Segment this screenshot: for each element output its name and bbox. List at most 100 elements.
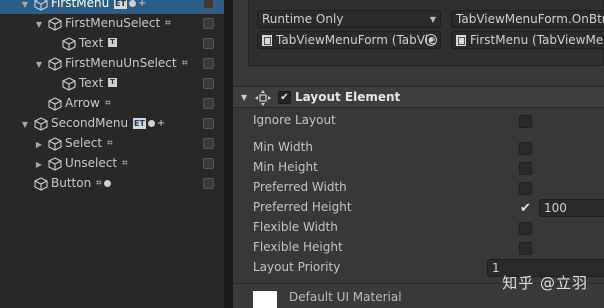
property-checkbox[interactable] xyxy=(519,182,532,195)
gameobject-cube-icon xyxy=(34,177,48,191)
text-component-icon: T xyxy=(108,38,117,47)
property-label: Flexible Height xyxy=(253,240,343,254)
text-component-icon: T xyxy=(108,78,117,87)
property-label: Flexible Width xyxy=(253,220,338,234)
visibility-toggle[interactable] xyxy=(203,178,214,189)
hierarchy-item-label: FirstMenu xyxy=(51,0,110,10)
material-label: Default UI Material xyxy=(289,290,402,304)
dropdown-arrow-icon: ▼ xyxy=(429,14,436,24)
gameobject-cube-icon xyxy=(48,157,62,171)
hierarchy-item[interactable]: Button ⌗ xyxy=(0,174,224,194)
property-value-field[interactable]: 100 xyxy=(539,199,604,217)
property-label: Layout Priority xyxy=(253,260,341,274)
hierarchy-item-label: Text xyxy=(79,76,104,90)
hierarchy-item-badges: ⌗ xyxy=(96,178,111,189)
argument-object-value: FirstMenu (TabViewMenu xyxy=(470,33,604,47)
function-dropdown[interactable]: TabViewMenuForm.OnBtnI xyxy=(451,10,604,28)
property-checkbox[interactable] xyxy=(519,142,532,155)
hierarchy-item-badges: ⌗ xyxy=(165,18,171,29)
event-trigger-icon: ET xyxy=(114,0,127,9)
property-label: Min Width xyxy=(253,140,313,154)
collapsed-arrow-icon[interactable]: ▶ xyxy=(34,160,44,169)
property-checkbox[interactable] xyxy=(519,115,532,128)
hierarchy-item-label: Arrow xyxy=(65,96,100,110)
property-checkbox[interactable] xyxy=(519,242,532,255)
object-picker-icon[interactable] xyxy=(425,34,437,46)
hierarchy-item-badges: ⌗ xyxy=(105,98,111,109)
function-dropdown-value: TabViewMenuForm.OnBtnI xyxy=(456,12,604,26)
add-component-icon: + xyxy=(156,118,166,129)
runtime-dropdown-value: Runtime Only xyxy=(262,12,344,26)
hierarchy-item-label: Select xyxy=(65,136,103,150)
rect-transform-icon: ⌗ xyxy=(122,158,128,169)
hierarchy-item-badges: ⌗ xyxy=(122,158,128,169)
component-title: Layout Element xyxy=(295,90,401,104)
visibility-toggle[interactable] xyxy=(203,58,214,69)
expanded-arrow-icon[interactable]: ▼ xyxy=(20,0,30,9)
hierarchy-item-badges: T xyxy=(108,78,117,87)
hierarchy-item-badges: ET + xyxy=(114,0,146,9)
hierarchy-item[interactable]: ▼ FirstMenuUnSelect ⌗ xyxy=(0,54,224,74)
hierarchy-item-label: Unselect xyxy=(65,156,118,170)
image-component-icon xyxy=(103,180,111,187)
gameobject-cube-icon xyxy=(48,97,62,111)
hierarchy-item[interactable]: ▶ Select ⌗ xyxy=(0,134,224,154)
property-checkbox[interactable]: ✔ xyxy=(519,202,532,215)
hierarchy-item[interactable]: ▼ FirstMenuSelect ⌗ xyxy=(0,14,224,34)
hierarchy-item[interactable]: Arrow ⌗ xyxy=(0,94,224,114)
target-object-field[interactable]: TabViewMenuForm (TabVie xyxy=(257,31,441,49)
hierarchy-item-badges: ⌗ xyxy=(107,138,113,149)
hierarchy-item[interactable]: ▼ FirstMenu ET + xyxy=(0,0,224,14)
visibility-toggle[interactable] xyxy=(203,18,214,29)
expanded-arrow-icon[interactable]: ▼ xyxy=(34,20,44,29)
visibility-toggle[interactable] xyxy=(203,118,214,129)
visibility-toggle[interactable] xyxy=(203,138,214,149)
hierarchy-item-label: Text xyxy=(79,36,104,50)
property-label: Ignore Layout xyxy=(253,113,336,127)
script-object-icon xyxy=(262,34,272,46)
gameobject-cube-icon xyxy=(48,137,62,151)
hierarchy-item[interactable]: Text T xyxy=(0,34,224,54)
gameobject-cube-icon xyxy=(34,0,48,11)
gameobject-cube-icon xyxy=(48,57,62,71)
property-label: Min Height xyxy=(253,160,318,174)
visibility-toggle[interactable] xyxy=(203,38,214,49)
material-swatch xyxy=(253,291,277,308)
layout-element-header[interactable]: ▼ ✔ Layout Element xyxy=(233,86,604,108)
component-enabled-checkbox[interactable]: ✔ xyxy=(278,91,291,104)
hierarchy-item-badges: ⌗ xyxy=(182,58,188,69)
watermark-text: 知乎 @立羽 xyxy=(502,274,588,292)
rect-transform-icon: ⌗ xyxy=(105,98,111,109)
on-click-event-entry: Runtime Only ▼ TabViewMenuForm.OnBtnI Ta… xyxy=(248,0,604,66)
hierarchy-item-badges: ET + xyxy=(133,118,165,129)
hierarchy-item-label: Button xyxy=(51,176,92,190)
rect-transform-icon: ⌗ xyxy=(107,138,113,149)
gameobject-cube-icon xyxy=(62,77,76,91)
event-trigger-icon: ET xyxy=(133,118,146,129)
visibility-toggle[interactable] xyxy=(203,0,214,9)
rect-transform-icon: ⌗ xyxy=(182,58,188,69)
layout-element-icon xyxy=(255,90,271,106)
foldout-arrow-icon[interactable]: ▼ xyxy=(241,93,247,102)
visibility-toggle[interactable] xyxy=(203,78,214,89)
visibility-toggle[interactable] xyxy=(203,98,214,109)
runtime-dropdown[interactable]: Runtime Only ▼ xyxy=(257,10,441,28)
hierarchy-item-label: FirstMenuUnSelect xyxy=(65,56,177,70)
expanded-arrow-icon[interactable]: ▼ xyxy=(20,120,30,129)
image-component-icon xyxy=(147,120,155,127)
rect-transform-icon: ⌗ xyxy=(165,18,171,29)
hierarchy-item[interactable]: ▼ SecondMenu ET + xyxy=(0,114,224,134)
property-label: Preferred Width xyxy=(253,180,347,194)
argument-object-field[interactable]: FirstMenu (TabViewMenu xyxy=(451,31,604,49)
visibility-toggle[interactable] xyxy=(203,158,214,169)
image-component-icon xyxy=(128,0,136,7)
hierarchy-item[interactable]: Text T xyxy=(0,74,224,94)
hierarchy-item[interactable]: ▶ Unselect ⌗ xyxy=(0,154,224,174)
expanded-arrow-icon[interactable]: ▼ xyxy=(34,60,44,69)
panel-divider[interactable] xyxy=(224,0,233,308)
gameobject-cube-icon xyxy=(34,117,48,131)
property-checkbox[interactable] xyxy=(519,222,532,235)
gameobject-cube-icon xyxy=(62,37,76,51)
collapsed-arrow-icon[interactable]: ▶ xyxy=(34,140,44,149)
property-checkbox[interactable] xyxy=(519,162,532,175)
